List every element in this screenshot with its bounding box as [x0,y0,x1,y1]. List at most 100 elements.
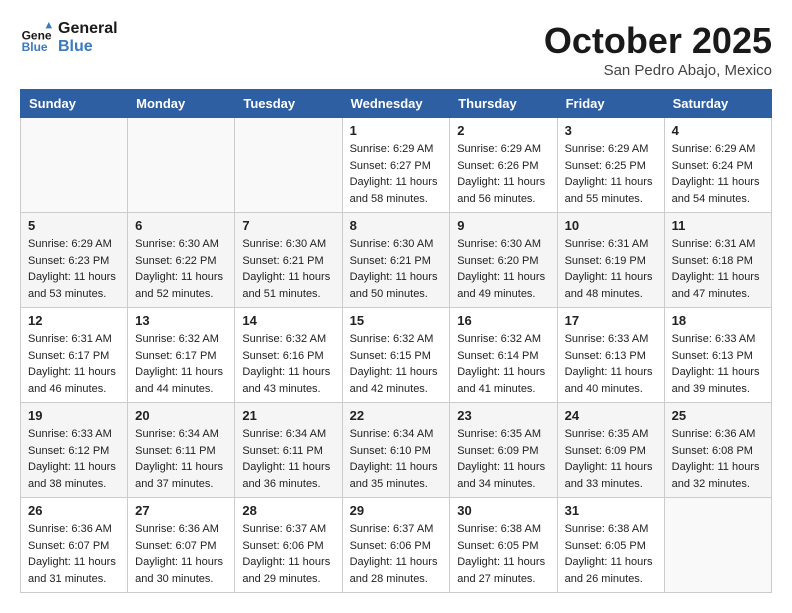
day-info: Sunrise: 6:30 AMSunset: 6:21 PMDaylight:… [350,236,443,302]
day-info: Sunrise: 6:37 AMSunset: 6:06 PMDaylight:… [350,521,443,587]
month-title: October 2025 [544,20,772,62]
day-info: Sunrise: 6:29 AMSunset: 6:26 PMDaylight:… [457,141,549,207]
day-info: Sunrise: 6:30 AMSunset: 6:20 PMDaylight:… [457,236,549,302]
day-number: 16 [457,313,549,328]
day-cell [235,118,342,213]
day-cell: 23Sunrise: 6:35 AMSunset: 6:09 PMDayligh… [450,403,557,498]
day-number: 30 [457,503,549,518]
day-info: Sunrise: 6:29 AMSunset: 6:23 PMDaylight:… [28,236,120,302]
day-cell: 10 Sunrise: 6:31 AMSunset: 6:19 PMDayligh… [557,213,664,308]
day-cell: 13Sunrise: 6:32 AMSunset: 6:17 PMDayligh… [128,308,235,403]
logo-text-line1: General [58,20,118,38]
day-info: Sunrise: 6:34 AMSunset: 6:10 PMDaylight:… [350,426,443,492]
day-cell: 14Sunrise: 6:32 AMSunset: 6:16 PMDayligh… [235,308,342,403]
day-info: Sunrise: 6:32 AMSunset: 6:15 PMDaylight:… [350,331,443,397]
day-info: Sunrise: 6:29 AMSunset: 6:25 PMDaylight:… [565,141,657,207]
day-number: 29 [350,503,443,518]
day-cell [21,118,128,213]
day-cell: 19Sunrise: 6:33 AMSunset: 6:12 PMDayligh… [21,403,128,498]
day-info: Sunrise: 6:31 AMSunset: 6:18 PMDaylight:… [672,236,764,302]
day-cell: 24Sunrise: 6:35 AMSunset: 6:09 PMDayligh… [557,403,664,498]
weekday-header-saturday: Saturday [664,90,771,118]
day-info: Sunrise: 6:33 AMSunset: 6:12 PMDaylight:… [28,426,120,492]
day-info: Sunrise: 6:31 AMSunset: 6:19 PMDaylight:… [565,236,657,302]
logo-text-line2: Blue [58,38,118,56]
day-number: 26 [28,503,120,518]
weekday-header-monday: Monday [128,90,235,118]
logo: General Blue General Blue [20,20,118,56]
day-cell: 15 Sunrise: 6:32 AMSunset: 6:15 PMDayligh… [342,308,450,403]
day-number: 9 [457,218,549,233]
day-cell: 16 Sunrise: 6:32 AMSunset: 6:14 PMDayligh… [450,308,557,403]
day-number: 4 [672,123,764,138]
day-number: 24 [565,408,657,423]
day-number: 8 [350,218,443,233]
day-cell: 11Sunrise: 6:31 AMSunset: 6:18 PMDayligh… [664,213,771,308]
day-info: Sunrise: 6:37 AMSunset: 6:06 PMDaylight:… [242,521,334,587]
day-info: Sunrise: 6:34 AMSunset: 6:11 PMDaylight:… [135,426,227,492]
day-cell [128,118,235,213]
day-info: Sunrise: 6:29 AMSunset: 6:27 PMDaylight:… [350,141,443,207]
day-cell: 8 Sunrise: 6:30 AMSunset: 6:21 PMDaylight… [342,213,450,308]
day-cell: 22 Sunrise: 6:34 AMSunset: 6:10 PMDayligh… [342,403,450,498]
location: San Pedro Abajo, Mexico [544,62,772,79]
day-info: Sunrise: 6:30 AMSunset: 6:21 PMDaylight:… [242,236,334,302]
day-info: Sunrise: 6:33 AMSunset: 6:13 PMDaylight:… [565,331,657,397]
logo-icon: General Blue [20,22,52,54]
day-cell: 6 Sunrise: 6:30 AMSunset: 6:22 PMDaylight… [128,213,235,308]
day-number: 6 [135,218,227,233]
day-cell: 12Sunrise: 6:31 AMSunset: 6:17 PMDayligh… [21,308,128,403]
day-number: 15 [350,313,443,328]
title-block: October 2025 San Pedro Abajo, Mexico [544,20,772,79]
weekday-header-wednesday: Wednesday [342,90,450,118]
day-number: 31 [565,503,657,518]
day-info: Sunrise: 6:33 AMSunset: 6:13 PMDaylight:… [672,331,764,397]
svg-text:Blue: Blue [22,40,48,54]
day-number: 5 [28,218,120,233]
day-cell: 20 Sunrise: 6:34 AMSunset: 6:11 PMDayligh… [128,403,235,498]
day-info: Sunrise: 6:32 AMSunset: 6:14 PMDaylight:… [457,331,549,397]
day-number: 25 [672,408,764,423]
day-info: Sunrise: 6:36 AMSunset: 6:07 PMDaylight:… [28,521,120,587]
weekday-header-row: SundayMondayTuesdayWednesdayThursdayFrid… [21,90,772,118]
day-cell: 1Sunrise: 6:29 AMSunset: 6:27 PMDaylight… [342,118,450,213]
day-number: 28 [242,503,334,518]
day-info: Sunrise: 6:34 AMSunset: 6:11 PMDaylight:… [242,426,334,492]
day-info: Sunrise: 6:32 AMSunset: 6:17 PMDaylight:… [135,331,227,397]
day-cell: 9 Sunrise: 6:30 AMSunset: 6:20 PMDaylight… [450,213,557,308]
day-cell: 21 Sunrise: 6:34 AMSunset: 6:11 PMDayligh… [235,403,342,498]
day-cell: 18 Sunrise: 6:33 AMSunset: 6:13 PMDayligh… [664,308,771,403]
day-cell: 29 Sunrise: 6:37 AMSunset: 6:06 PMDayligh… [342,498,450,593]
day-cell: 4Sunrise: 6:29 AMSunset: 6:24 PMDaylight… [664,118,771,213]
day-cell: 7 Sunrise: 6:30 AMSunset: 6:21 PMDaylight… [235,213,342,308]
day-info: Sunrise: 6:35 AMSunset: 6:09 PMDaylight:… [457,426,549,492]
day-cell [664,498,771,593]
day-cell: 30Sunrise: 6:38 AMSunset: 6:05 PMDayligh… [450,498,557,593]
day-info: Sunrise: 6:38 AMSunset: 6:05 PMDaylight:… [565,521,657,587]
day-number: 7 [242,218,334,233]
page-header: General Blue General Blue October 2025 S… [20,20,772,79]
weekday-header-thursday: Thursday [450,90,557,118]
day-number: 20 [135,408,227,423]
day-cell: 26 Sunrise: 6:36 AMSunset: 6:07 PMDayligh… [21,498,128,593]
day-number: 18 [672,313,764,328]
day-number: 27 [135,503,227,518]
day-number: 14 [242,313,334,328]
week-row-1: 1Sunrise: 6:29 AMSunset: 6:27 PMDaylight… [21,118,772,213]
day-cell: 3Sunrise: 6:29 AMSunset: 6:25 PMDaylight… [557,118,664,213]
day-info: Sunrise: 6:36 AMSunset: 6:07 PMDaylight:… [135,521,227,587]
day-cell: 27 Sunrise: 6:36 AMSunset: 6:07 PMDayligh… [128,498,235,593]
day-number: 22 [350,408,443,423]
day-number: 2 [457,123,549,138]
day-cell: 31 Sunrise: 6:38 AMSunset: 6:05 PMDayligh… [557,498,664,593]
day-number: 10 [565,218,657,233]
day-info: Sunrise: 6:31 AMSunset: 6:17 PMDaylight:… [28,331,120,397]
day-number: 17 [565,313,657,328]
day-info: Sunrise: 6:30 AMSunset: 6:22 PMDaylight:… [135,236,227,302]
day-number: 21 [242,408,334,423]
calendar-table: SundayMondayTuesdayWednesdayThursdayFrid… [20,89,772,593]
weekday-header-tuesday: Tuesday [235,90,342,118]
day-cell: 25Sunrise: 6:36 AMSunset: 6:08 PMDayligh… [664,403,771,498]
week-row-2: 5 Sunrise: 6:29 AMSunset: 6:23 PMDaylight… [21,213,772,308]
day-cell: 17 Sunrise: 6:33 AMSunset: 6:13 PMDayligh… [557,308,664,403]
